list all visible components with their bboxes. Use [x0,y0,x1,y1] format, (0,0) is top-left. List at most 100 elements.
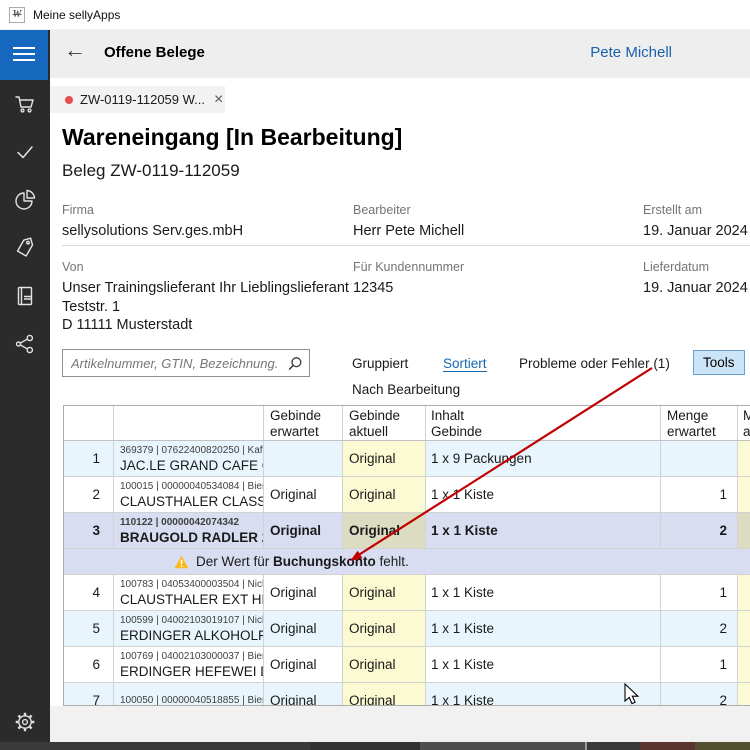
cell-gebinde-erwartet: Original [264,683,343,706]
cell-article: 100015 | 00000040534084 | Bier... CLAUST… [114,477,264,512]
gruppiert-link[interactable]: Gruppiert [352,356,408,371]
table-row[interactable]: 5 100599 | 04002103019107 | Nich... ERDI… [64,611,750,647]
article-code: 100599 | 04002103019107 | Nich... [120,614,264,627]
article-name: ERDINGER ALKOHOLFR 2... [120,627,264,644]
sort-mode-value: Nach Bearbeitung [352,382,460,397]
firma-value: sellysolutions Serv.ges.mbH [62,223,243,239]
tools-button[interactable]: Tools [693,350,745,375]
cell-menge-erwartet: 2 [661,513,738,548]
cell-gebinde-aktuell[interactable]: Original [343,611,426,646]
cell-rownum: 6 [64,647,114,682]
article-search-box [62,349,310,377]
warning-field-name: Buchungskonto [273,554,376,569]
row-warning: Der Wert für Buchungskonto fehlt. [64,549,750,575]
cell-menge-erwartet: 2 [661,611,738,646]
cell-menge-aktuell[interactable] [738,441,750,476]
cell-menge-aktuell[interactable] [738,647,750,682]
cell-gebinde-aktuell[interactable]: Original [343,477,426,512]
article-code: 100769 | 04002103000037 | Bier... [120,650,264,663]
header-title: Offene Belege [104,44,205,61]
cell-article: 100599 | 04002103019107 | Nich... ERDING… [114,611,264,646]
page-subtitle: Beleg ZW-0119-112059 [62,161,240,181]
cell-gebinde-erwartet [264,441,343,476]
warning-message: Der Wert für Buchungskonto fehlt. [196,554,409,569]
article-code: 100050 | 00000040518855 | Bier... [120,694,264,706]
cell-menge-aktuell[interactable] [738,611,750,646]
erstellt-am-value: 19. Januar 2024 11:20 [643,223,750,239]
cell-menge-aktuell[interactable] [738,575,750,610]
table-row-selected[interactable]: 3 110122 | 00000042074342 BRAUGOLD RADLE… [64,513,750,549]
table-row[interactable]: 7 100050 | 00000040518855 | Bier... Orig… [64,683,750,706]
window-title: Meine sellyApps [33,8,120,22]
article-code: 100015 | 00000040534084 | Bier... [120,480,264,493]
hamburger-menu-icon[interactable] [0,30,48,80]
article-code: 100783 | 04053400003504 | Nich... [120,578,264,591]
pie-chart-icon[interactable] [13,188,37,212]
lieferdatum-value: 19. Januar 2024 [643,280,748,296]
unsaved-dot-icon [65,96,73,104]
cell-menge-erwartet [661,441,738,476]
cell-article: 100050 | 00000040518855 | Bier... [114,683,264,706]
cell-gebinde-aktuell[interactable]: Original [343,683,426,706]
header-menge-erwartet: Menge erwartet [661,406,738,440]
checkmark-icon[interactable] [13,140,37,164]
cell-gebinde-aktuell[interactable]: Original [343,647,426,682]
cell-menge-aktuell[interactable] [738,477,750,512]
cell-menge-erwartet: 1 [661,647,738,682]
table-row[interactable]: 4 100783 | 04053400003504 | Nich... CLAU… [64,575,750,611]
cell-gebinde-aktuell[interactable]: Original [343,513,426,548]
cell-gebinde-aktuell[interactable]: Original [343,441,426,476]
von-value-line1: Unser Trainingslieferant Ihr Lieblingsli… [62,280,349,296]
cell-gebinde-erwartet: Original [264,647,343,682]
cell-menge-aktuell[interactable] [738,513,750,548]
table-row[interactable]: 2 100015 | 00000040534084 | Bier... CLAU… [64,477,750,513]
header-menge-aktuell: Menge aktuell [738,406,750,440]
document-tab[interactable]: ZW-0119-112059 W... × [50,86,225,113]
cell-gebinde-erwartet: Original [264,611,343,646]
probleme-oder-fehler-link[interactable]: Probleme oder Fehler (1) [519,356,670,371]
user-account-link[interactable]: Pete Michell [590,44,672,61]
cell-menge-aktuell[interactable] [738,683,750,706]
cell-inhalt: 1 x 1 Kiste [426,575,661,610]
page-title: Wareneingang [In Bearbeitung] [62,124,402,151]
cell-rownum: 5 [64,611,114,646]
settings-gear-icon[interactable] [13,710,37,734]
cell-gebinde-erwartet: Original [264,513,343,548]
footer-area [50,706,750,742]
close-icon[interactable]: × [214,93,223,107]
firma-label: Firma [62,203,94,217]
table-row[interactable]: 6 100769 | 04002103000037 | Bier... ERDI… [64,647,750,683]
article-code: 110122 | 00000042074342 [120,516,239,529]
header-label: Menge aktuell [743,408,750,440]
cell-inhalt: 1 x 9 Packungen [426,441,661,476]
search-input[interactable] [63,350,309,376]
von-value-line3: D 11111 Musterstadt [62,317,192,333]
price-tag-icon[interactable] [13,236,37,260]
table-row[interactable]: 1 369379 | 07622400820250 | Kaff... JAC.… [64,441,750,477]
app-window: W Meine sellyApps [0,0,750,750]
cell-rownum: 4 [64,575,114,610]
book-icon[interactable] [13,284,37,308]
hamburger-bar [13,47,35,49]
cell-rownum: 3 [64,513,114,548]
shopping-cart-icon[interactable] [13,92,37,116]
header-article [114,406,264,440]
share-network-icon[interactable] [13,332,37,356]
cell-article: 369379 | 07622400820250 | Kaff... JAC.LE… [114,441,264,476]
cell-article: 100783 | 04053400003504 | Nich... CLAUST… [114,575,264,610]
cell-rownum: 7 [64,683,114,706]
positions-table: Gebinde erwartet Gebinde aktuell Inhalt … [63,405,750,706]
cell-inhalt: 1 x 1 Kiste [426,611,661,646]
sortiert-link[interactable]: Sortiert [443,356,487,372]
taskbar-sliver [0,742,750,750]
header-label: Gebinde erwartet [270,408,321,440]
bearbeiter-value: Herr Pete Michell [353,223,464,239]
cell-inhalt: 1 x 1 Kiste [426,683,661,706]
warning-prefix: Der Wert für [196,554,273,569]
kundennummer-value: 12345 [353,280,393,296]
cell-inhalt: 1 x 1 Kiste [426,647,661,682]
back-arrow-icon[interactable]: ← [64,37,86,63]
cell-gebinde-aktuell[interactable]: Original [343,575,426,610]
search-icon[interactable] [287,356,303,372]
cell-gebinde-erwartet: Original [264,575,343,610]
